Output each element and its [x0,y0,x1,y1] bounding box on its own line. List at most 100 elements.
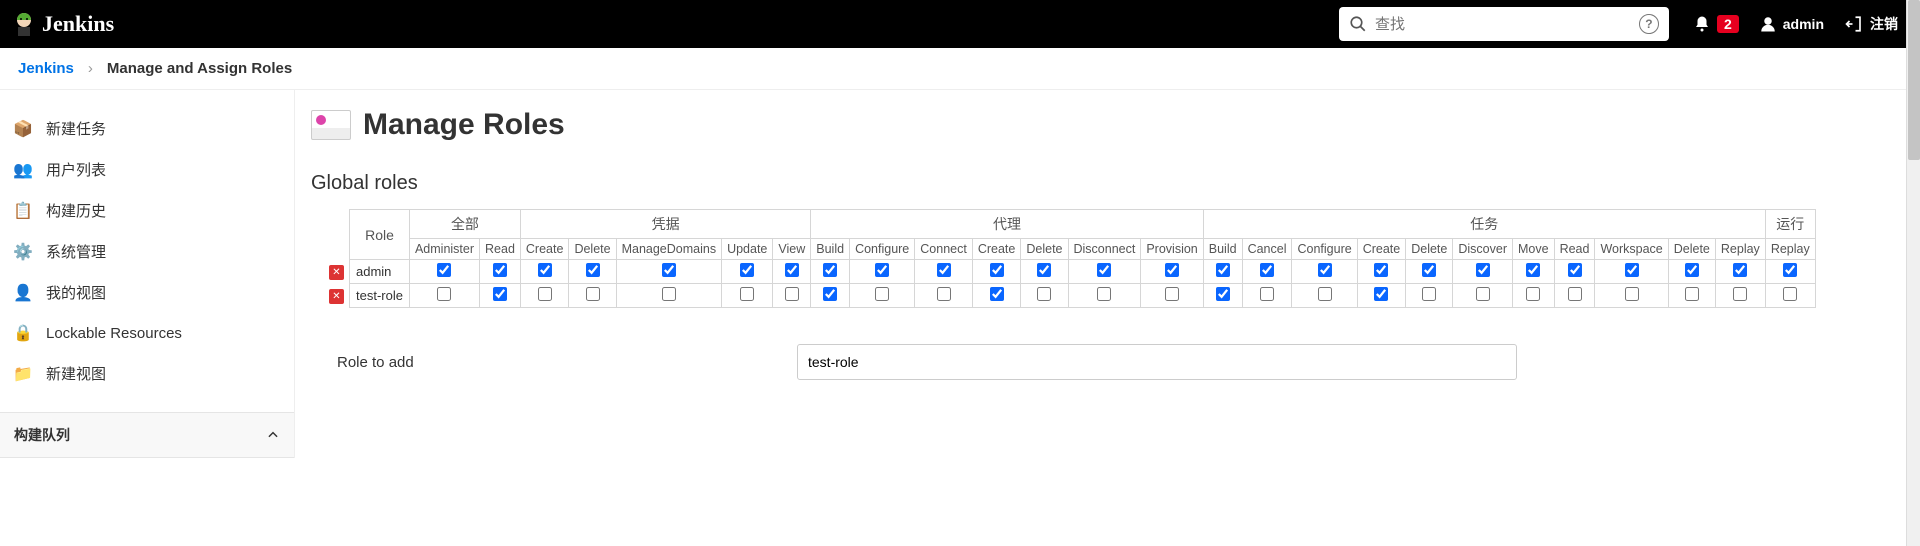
sidebar-item-4[interactable]: 👤我的视图 [0,272,294,313]
vertical-scrollbar[interactable] [1906,0,1920,546]
table-row: ✕admin [329,260,1815,284]
group-header: 全部 [409,210,520,239]
build-queue-header[interactable]: 构建队列 [0,412,294,458]
perm-header: Delete [569,239,616,260]
perm-checkbox[interactable] [1733,287,1747,301]
breadcrumb-root[interactable]: Jenkins [18,60,74,77]
perm-checkbox[interactable] [785,287,799,301]
perm-checkbox[interactable] [1097,263,1111,277]
role-name-cell: test-role [350,284,410,308]
perm-checkbox[interactable] [1374,263,1388,277]
perm-checkbox[interactable] [1260,287,1274,301]
perm-checkbox[interactable] [1476,263,1490,277]
perm-header: Configure [850,239,915,260]
perm-checkbox[interactable] [823,263,837,277]
perm-checkbox[interactable] [493,263,507,277]
perm-checkbox[interactable] [1260,263,1274,277]
perm-checkbox[interactable] [1685,263,1699,277]
perm-checkbox[interactable] [785,263,799,277]
perm-checkbox[interactable] [875,287,889,301]
perm-checkbox[interactable] [1037,263,1051,277]
perm-checkbox[interactable] [1526,287,1540,301]
perm-checkbox[interactable] [1625,287,1639,301]
perm-checkbox[interactable] [1318,263,1332,277]
perm-checkbox[interactable] [740,263,754,277]
add-role-input[interactable] [797,344,1517,380]
new-job-icon: 📦 [12,119,34,139]
help-icon[interactable]: ? [1639,14,1659,34]
perm-header: Cancel [1242,239,1292,260]
sidebar-item-3[interactable]: ⚙️系统管理 [0,231,294,272]
sidebar-item-1[interactable]: 👥用户列表 [0,149,294,190]
perm-checkbox[interactable] [662,287,676,301]
perm-checkbox[interactable] [990,287,1004,301]
perm-header: Discover [1453,239,1513,260]
perm-checkbox[interactable] [1037,287,1051,301]
perm-checkbox[interactable] [1625,263,1639,277]
perm-header: Create [1357,239,1406,260]
sidebar-item-5[interactable]: 🔒 Lockable Resources [0,313,294,353]
perm-checkbox[interactable] [493,287,507,301]
brand[interactable]: Jenkins [12,10,114,38]
perm-checkbox[interactable] [1526,263,1540,277]
search-box[interactable]: ? [1339,7,1669,41]
perm-header: Configure [1292,239,1357,260]
sidebar-item-label: Lockable Resources [46,325,182,342]
brand-text: Jenkins [42,11,114,37]
perm-checkbox[interactable] [1733,263,1747,277]
scrollbar-thumb[interactable] [1908,0,1920,160]
delete-col-spacer [329,210,350,260]
perm-checkbox[interactable] [990,263,1004,277]
my-views-icon: 👤 [12,283,34,303]
delete-role-icon[interactable]: ✕ [329,289,344,304]
perm-checkbox[interactable] [1568,287,1582,301]
perm-header: Move [1512,239,1554,260]
sidebar: 📦新建任务👥用户列表📋构建历史⚙️系统管理👤我的视图 🔒 Lockable Reso… [0,90,295,458]
perm-header: Disconnect [1068,239,1141,260]
perm-checkbox[interactable] [1568,263,1582,277]
perm-checkbox[interactable] [1216,263,1230,277]
sidebar-item-0[interactable]: 📦新建任务 [0,108,294,149]
perm-header: ManageDomains [616,239,722,260]
search-input[interactable] [1375,16,1639,33]
perm-checkbox[interactable] [586,287,600,301]
perm-checkbox[interactable] [538,287,552,301]
perm-checkbox[interactable] [1216,287,1230,301]
perm-checkbox[interactable] [1476,287,1490,301]
perm-checkbox[interactable] [1783,263,1797,277]
logout-link[interactable]: 注销 [1844,14,1898,34]
perm-checkbox[interactable] [437,263,451,277]
perm-header: Read [480,239,521,260]
perm-checkbox[interactable] [1097,287,1111,301]
perm-checkbox[interactable] [1165,287,1179,301]
page-title: Manage Roles [363,108,565,142]
perm-checkbox[interactable] [1685,287,1699,301]
perm-checkbox[interactable] [437,287,451,301]
perm-checkbox[interactable] [937,287,951,301]
perm-checkbox[interactable] [1318,287,1332,301]
lockable-icon: 🔒 [12,323,34,343]
perm-checkbox[interactable] [538,263,552,277]
breadcrumb-sep: › [88,60,93,77]
users-icon: 👥 [12,160,34,180]
perm-checkbox[interactable] [1783,287,1797,301]
group-header: 凭据 [520,210,810,239]
perm-checkbox[interactable] [1374,287,1388,301]
user-icon [1759,15,1777,33]
user-menu[interactable]: admin [1759,15,1824,33]
notifications[interactable]: 2 [1693,15,1739,33]
delete-role-icon[interactable]: ✕ [329,265,344,280]
main-content: Manage Roles Global roles Role全部凭据代理任务运行… [295,90,1920,458]
perm-checkbox[interactable] [1422,287,1436,301]
perm-checkbox[interactable] [586,263,600,277]
history-icon: 📋 [12,201,34,221]
perm-checkbox[interactable] [1165,263,1179,277]
perm-checkbox[interactable] [875,263,889,277]
perm-checkbox[interactable] [823,287,837,301]
sidebar-item-6[interactable]: 📁新建视图 [0,353,294,394]
perm-checkbox[interactable] [1422,263,1436,277]
sidebar-item-2[interactable]: 📋构建历史 [0,190,294,231]
perm-checkbox[interactable] [740,287,754,301]
perm-checkbox[interactable] [937,263,951,277]
perm-checkbox[interactable] [662,263,676,277]
